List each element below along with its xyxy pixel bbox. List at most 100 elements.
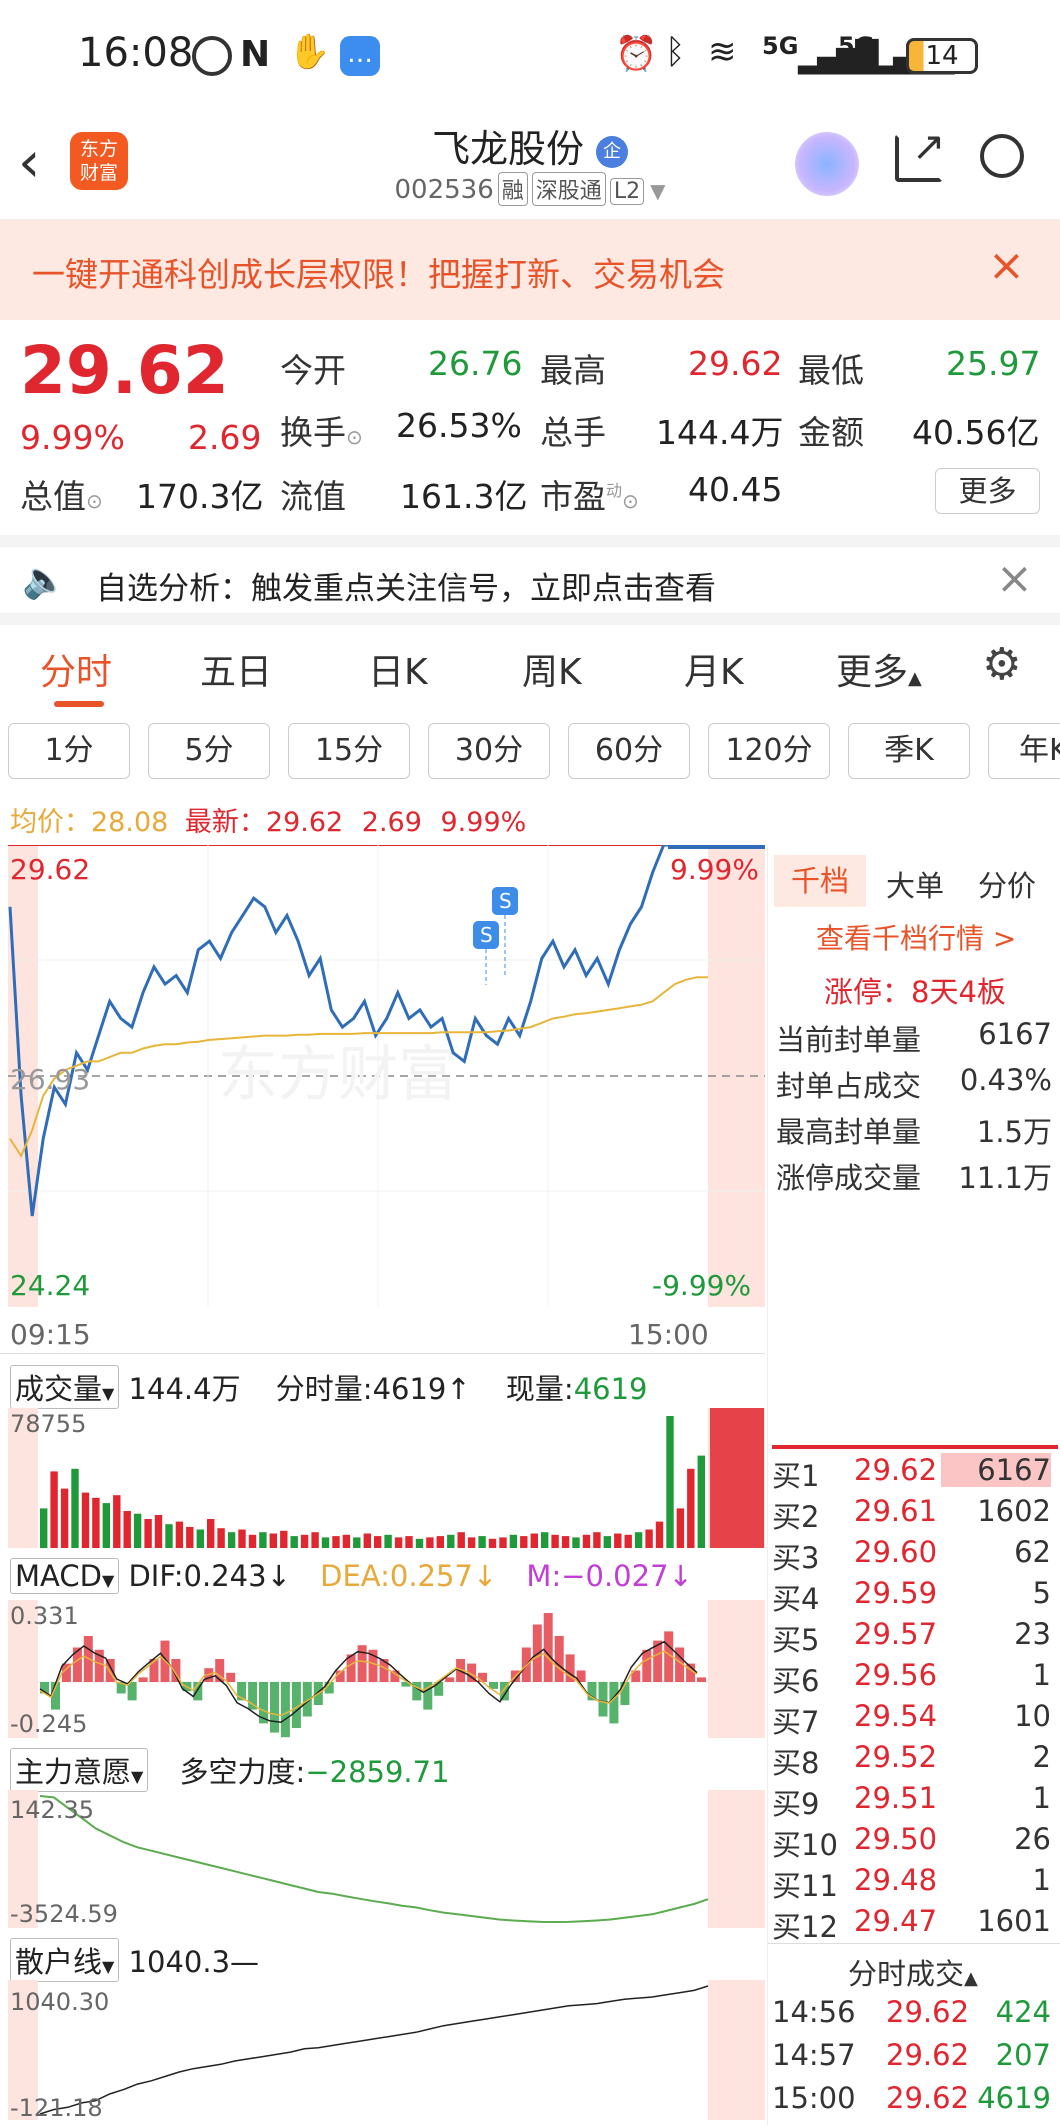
volume-value: 144.4万 <box>656 413 784 452</box>
intraday-chart[interactable]: 东方财富 S S 29.62 26.93 24.24 9.99% -9.99% <box>8 845 765 1307</box>
promo-banner[interactable]: 一键开通科创成长层权限！把握打新、交易机会 × <box>0 220 1060 320</box>
volume-bar <box>290 1536 298 1548</box>
close-icon[interactable]: × <box>988 240 1025 291</box>
volume-bar <box>123 1511 131 1548</box>
volume-bar <box>60 1488 69 1548</box>
volume-bar <box>207 1519 215 1548</box>
orderbook-level: 买12 <box>772 1910 838 1944</box>
gear-icon[interactable]: ⚙ <box>982 639 1021 690</box>
trade-price: 29.62 <box>886 2038 970 2072</box>
volume-bar <box>655 1521 664 1548</box>
limit-vol-label: 涨停成交量 <box>776 1161 922 1195</box>
more-button[interactable]: 更多 <box>935 468 1040 514</box>
orderbook-price: 29.62 <box>854 1453 938 1487</box>
right-top-label: 9.99% <box>670 853 759 886</box>
volume-bar <box>196 1529 204 1548</box>
orderbook-row[interactable]: 买11 29.48 1 <box>768 1863 1060 1904</box>
volume-bar <box>624 1534 632 1548</box>
svg-text:-0.245: -0.245 <box>10 1710 87 1738</box>
tag-l2: L2 <box>609 178 645 205</box>
assistant-avatar[interactable] <box>795 132 859 196</box>
subtab-5min[interactable]: 5分 <box>148 723 270 779</box>
volume-label: 总手 <box>540 413 606 452</box>
tab-weekly-k[interactable]: 周K <box>522 643 582 695</box>
svg-text:142.35: 142.35 <box>10 1796 94 1824</box>
tab-thousand-level[interactable]: 千档 <box>774 855 866 907</box>
orderbook-row[interactable]: 买1 29.62 6167 <box>768 1453 1060 1494</box>
tab-monthly-k[interactable]: 月K <box>684 643 744 695</box>
bluetooth-icon: ᛒ <box>665 32 686 72</box>
subtab-year-k[interactable]: 年K <box>988 723 1060 779</box>
mainforce-chart: 142.35 -3524.59 <box>8 1790 765 1928</box>
orderbook-row[interactable]: 买10 29.50 26 <box>768 1822 1060 1863</box>
subtab-60min[interactable]: 60分 <box>568 723 690 779</box>
macd-bar <box>554 1636 564 1682</box>
speaker-icon: 🔈 <box>22 560 67 601</box>
orderbook-row[interactable]: 买3 29.60 62 <box>768 1535 1060 1576</box>
volume-bar <box>217 1528 225 1548</box>
tab-intraday[interactable]: 分时 <box>40 643 112 695</box>
orderbook-row[interactable]: 买7 29.54 10 <box>768 1699 1060 1740</box>
tab-price-split[interactable]: 分价 <box>978 863 1036 905</box>
orderbook-volume: 5 <box>1032 1576 1051 1610</box>
macd-bar <box>270 1682 279 1733</box>
close-icon[interactable]: × <box>996 553 1033 604</box>
volume-bar <box>269 1533 277 1548</box>
seal-value: 6167 <box>978 1017 1052 1051</box>
open-label: 今开 <box>280 351 346 390</box>
volume-bar <box>92 1497 100 1548</box>
orderbook-row[interactable]: 买2 29.61 1602 <box>768 1494 1060 1535</box>
retail-indicator-select[interactable]: 散户线▼ <box>10 1938 120 1982</box>
trade-volume: 207 <box>995 2038 1051 2072</box>
volume-indicator-select[interactable]: 成交量▼ <box>10 1365 120 1409</box>
tab-daily-k[interactable]: 日K <box>368 643 428 695</box>
volume-bar <box>666 1416 674 1548</box>
analysis-notice[interactable]: 🔈 自选分析：触发重点关注信号，立即点击查看 × <box>0 535 1060 625</box>
orderbook-row[interactable]: 买12 29.47 1601 <box>768 1904 1060 1945</box>
volume-bar <box>81 1492 90 1548</box>
macd-bar <box>248 1682 258 1710</box>
high-value: 29.62 <box>688 344 783 383</box>
trades-title[interactable]: 分时成交▲ <box>848 1951 978 1993</box>
orderbook-row[interactable]: 买4 29.59 5 <box>768 1576 1060 1617</box>
subtab-quarter-k[interactable]: 季K <box>848 723 970 779</box>
volume-bar <box>509 1534 518 1548</box>
orderbook-row[interactable]: 买5 29.57 23 <box>768 1617 1060 1658</box>
subtab-30min[interactable]: 30分 <box>428 723 550 779</box>
trade-list: 14:56 29.62 424 14:57 29.62 207 15:00 29.62 4619 <box>768 1995 1060 2125</box>
orderbook-price: 29.51 <box>854 1781 938 1815</box>
volume-bar <box>300 1534 309 1548</box>
enterprise-badge: 企 <box>596 135 629 168</box>
thousand-level-link[interactable]: 查看千档行情 > <box>816 917 1016 957</box>
svg-text:S: S <box>499 889 512 913</box>
macd-bar <box>642 1649 652 1682</box>
amount-label: 金额 <box>798 413 864 452</box>
orderbook-row[interactable]: 买8 29.52 2 <box>768 1740 1060 1781</box>
orderbook-level: 买9 <box>772 1787 820 1821</box>
volume-bar <box>426 1537 434 1548</box>
turnover-label: 换手⊙ <box>280 413 363 452</box>
volume-bar <box>384 1534 392 1548</box>
tab-five-day[interactable]: 五日 <box>200 643 272 695</box>
mainforce-indicator-select[interactable]: 主力意愿▼ <box>10 1748 149 1792</box>
tab-big-order[interactable]: 大单 <box>886 863 944 905</box>
subtab-120min[interactable]: 120分 <box>708 723 830 779</box>
orderbook-price: 29.48 <box>854 1863 938 1897</box>
stock-code: 002536 <box>394 175 494 205</box>
trade-row: 15:00 29.62 4619 <box>768 2081 1060 2122</box>
macd-chart: 0.331 -0.245 <box>8 1600 765 1738</box>
subtab-1min[interactable]: 1分 <box>8 723 130 779</box>
subtab-15min[interactable]: 15分 <box>288 723 410 779</box>
orderbook-row[interactable]: 买6 29.56 1 <box>768 1658 1060 1699</box>
seal-ratio-label: 封单占成交 <box>776 1069 922 1103</box>
tab-more[interactable]: 更多▲ <box>836 643 922 695</box>
orderbook-row[interactable]: 买9 29.51 1 <box>768 1781 1060 1822</box>
orderbook-price: 29.52 <box>854 1740 938 1774</box>
open-value: 26.76 <box>428 344 523 383</box>
orderbook-level: 买7 <box>772 1705 820 1739</box>
change-pct: 9.99% <box>20 418 125 457</box>
search-icon[interactable] <box>980 134 1024 178</box>
volume-bar <box>499 1537 507 1548</box>
macd-indicator-select[interactable]: MACD▼ <box>10 1558 120 1594</box>
mktcap-value: 170.3亿 <box>136 477 264 516</box>
